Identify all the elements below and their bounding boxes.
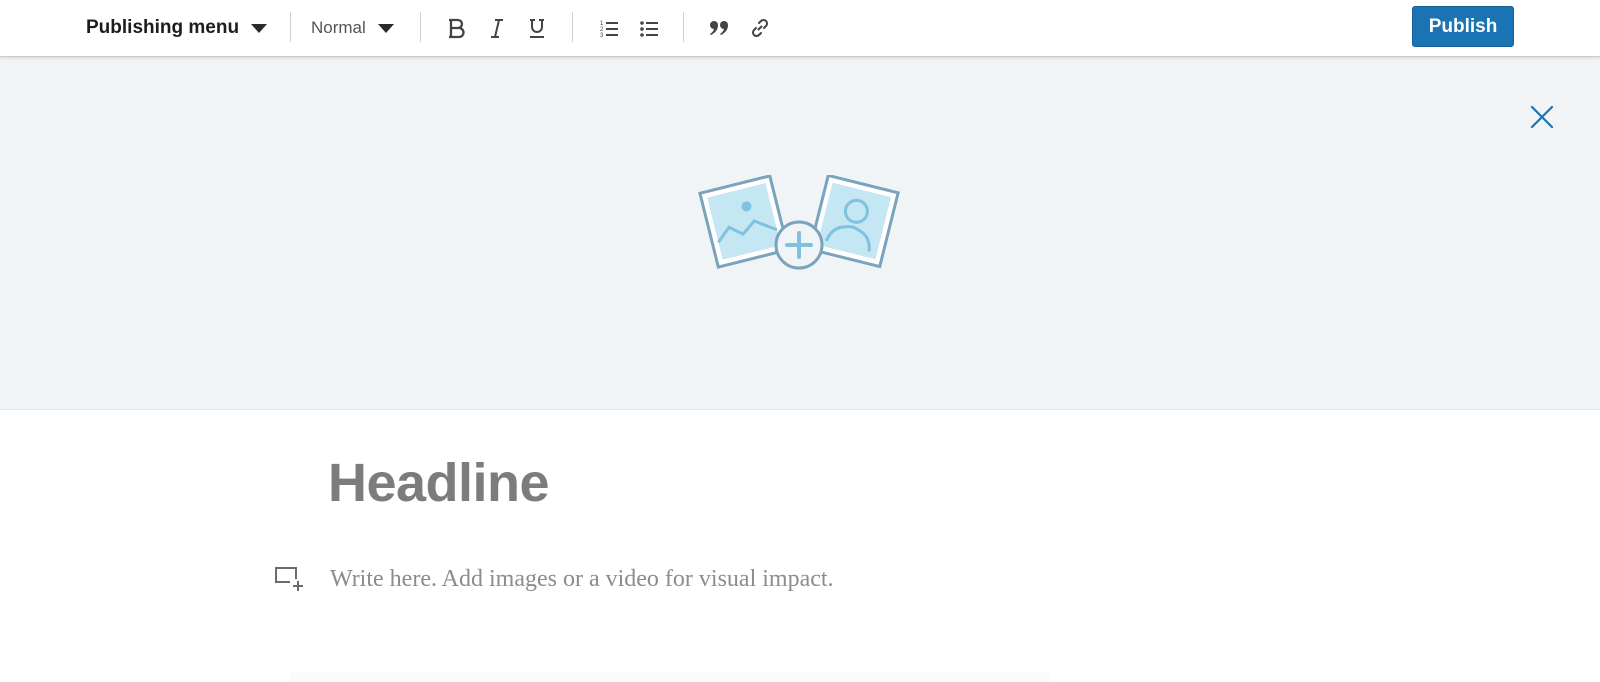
toolbar-divider <box>572 12 573 42</box>
bulleted-list-icon <box>640 21 658 37</box>
close-icon <box>1530 105 1554 129</box>
cover-image-area[interactable] <box>0 57 1600 410</box>
bulleted-list-button[interactable] <box>633 12 665 44</box>
add-media-icon <box>275 567 303 591</box>
toolbar-divider <box>290 12 291 42</box>
close-cover-button[interactable] <box>1526 101 1558 133</box>
italic-button[interactable] <box>481 12 513 44</box>
add-image-icon <box>698 173 900 270</box>
chevron-down-icon <box>377 23 394 33</box>
upload-cover-image-button[interactable] <box>698 173 902 277</box>
publish-button[interactable]: Publish <box>1412 6 1514 47</box>
chevron-down-icon <box>251 23 268 33</box>
numbered-list-icon: 1 2 3 <box>600 21 618 38</box>
quote-button[interactable] <box>704 12 736 44</box>
toolbar-divider <box>420 12 421 42</box>
headline-field[interactable]: Headline <box>328 452 550 514</box>
underline-icon <box>530 19 544 38</box>
add-media-button[interactable] <box>274 564 306 594</box>
italic-icon <box>491 19 503 38</box>
bold-icon <box>449 18 465 39</box>
publishing-menu-label: Publishing menu <box>86 17 240 38</box>
publishing-menu-dropdown[interactable]: Publishing menu <box>86 13 268 43</box>
svg-text:3: 3 <box>600 33 604 38</box>
text-style-select[interactable]: Normal <box>311 13 394 43</box>
editor-bottom-fade <box>290 672 1050 682</box>
text-style-value: Normal <box>311 18 366 37</box>
bold-button[interactable] <box>441 12 473 44</box>
underline-button[interactable] <box>521 12 553 44</box>
link-icon <box>751 18 769 38</box>
quote-icon <box>710 21 728 35</box>
article-body-field[interactable]: Write here. Add images or a video for vi… <box>330 566 834 593</box>
numbered-list-button[interactable]: 1 2 3 <box>593 12 625 44</box>
editor-toolbar: Publishing menu Normal 1 2 3 Publish <box>0 0 1600 57</box>
toolbar-divider <box>683 12 684 42</box>
link-button[interactable] <box>744 12 776 44</box>
